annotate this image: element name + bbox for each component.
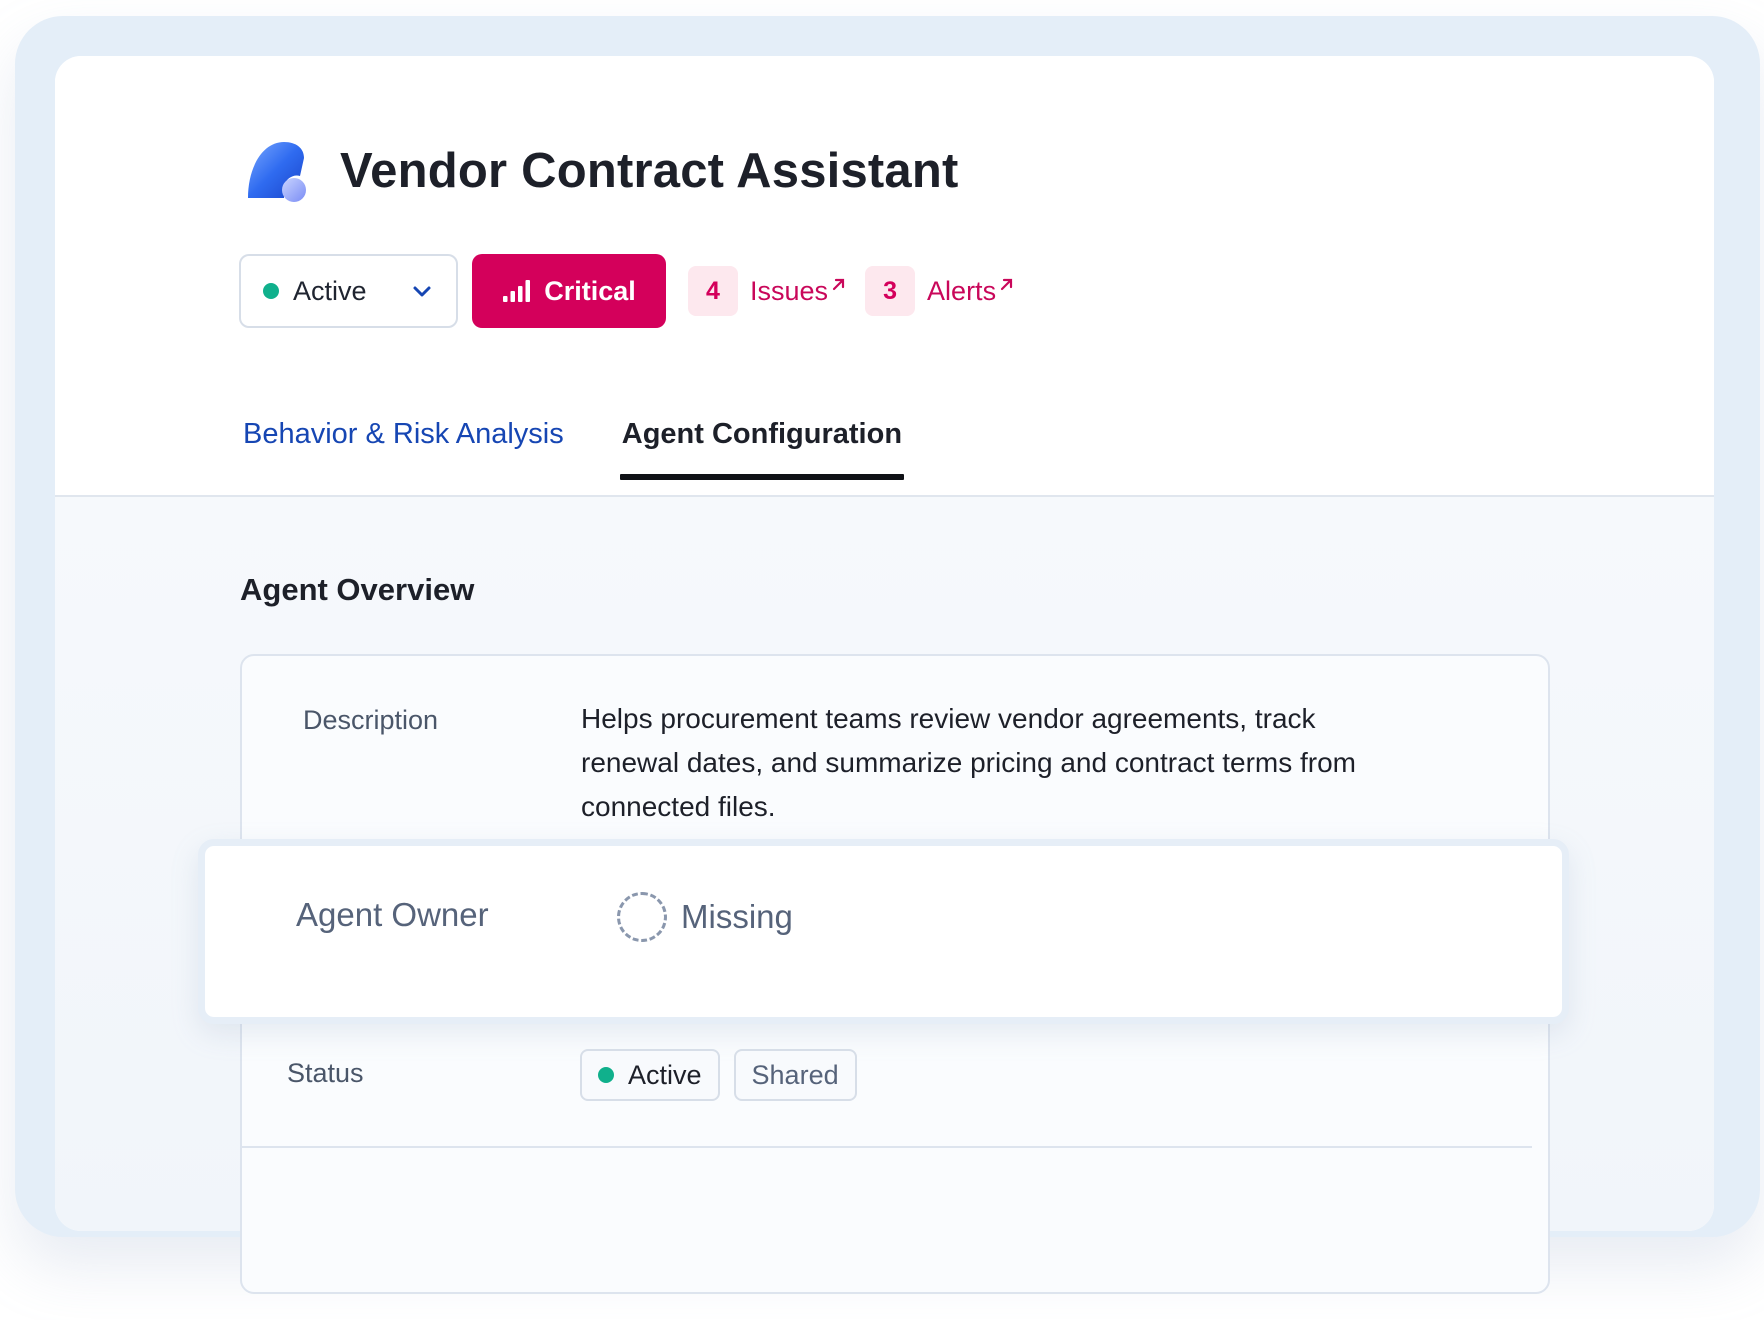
status-chip-active-label: Active — [628, 1059, 702, 1090]
section-title: Agent Overview — [240, 572, 475, 607]
missing-owner-icon — [617, 892, 667, 942]
severity-critical-button[interactable]: Critical — [472, 254, 666, 328]
page-title: Vendor Contract Assistant — [340, 144, 959, 198]
title-row: Vendor Contract Assistant — [244, 138, 959, 204]
status-chip-shared-label: Shared — [751, 1059, 839, 1090]
alerts-link[interactable]: 3 Alerts — [865, 266, 1013, 316]
status-chip-shared: Shared — [733, 1049, 857, 1101]
tab-bar: Behavior & Risk Analysis Agent Configura… — [241, 418, 958, 480]
status-dropdown[interactable]: Active — [239, 254, 458, 328]
status-chip-active: Active — [580, 1049, 720, 1101]
status-chips: Active Shared — [580, 1049, 857, 1101]
status-label: Status — [287, 1058, 364, 1088]
agent-owner-label: Agent Owner — [296, 896, 489, 933]
chevron-down-icon — [413, 286, 431, 297]
active-dot — [598, 1067, 614, 1083]
issues-link[interactable]: 4 Issues — [688, 266, 845, 316]
tab-agent-configuration[interactable]: Agent Configuration — [619, 418, 905, 480]
status-dropdown-value: Active — [293, 275, 367, 306]
external-link-icon — [832, 278, 845, 291]
alerts-label: Alerts — [927, 275, 997, 306]
description-value: Helps procurement teams review vendor ag… — [581, 703, 1356, 822]
issues-count-badge: 4 — [688, 266, 738, 316]
severity-label: Critical — [544, 275, 636, 306]
status-dot — [263, 283, 279, 299]
agent-logo-icon — [248, 142, 306, 202]
agent-owner-value[interactable]: Missing — [617, 892, 793, 942]
external-link-icon — [1000, 278, 1013, 291]
tab-behavior-risk-analysis[interactable]: Behavior & Risk Analysis — [241, 418, 566, 479]
issues-label: Issues — [750, 275, 829, 306]
description-label: Description — [303, 705, 439, 735]
agent-owner-missing-text: Missing — [681, 898, 793, 935]
row-divider — [240, 1146, 1532, 1148]
alerts-count-badge: 3 — [865, 266, 916, 316]
agent-owner-row: Agent Owner Missing — [198, 839, 1569, 1024]
header-controls: Active Critical 4 Issues 3 Alerts — [239, 254, 1013, 328]
signal-bars-icon — [503, 280, 531, 302]
